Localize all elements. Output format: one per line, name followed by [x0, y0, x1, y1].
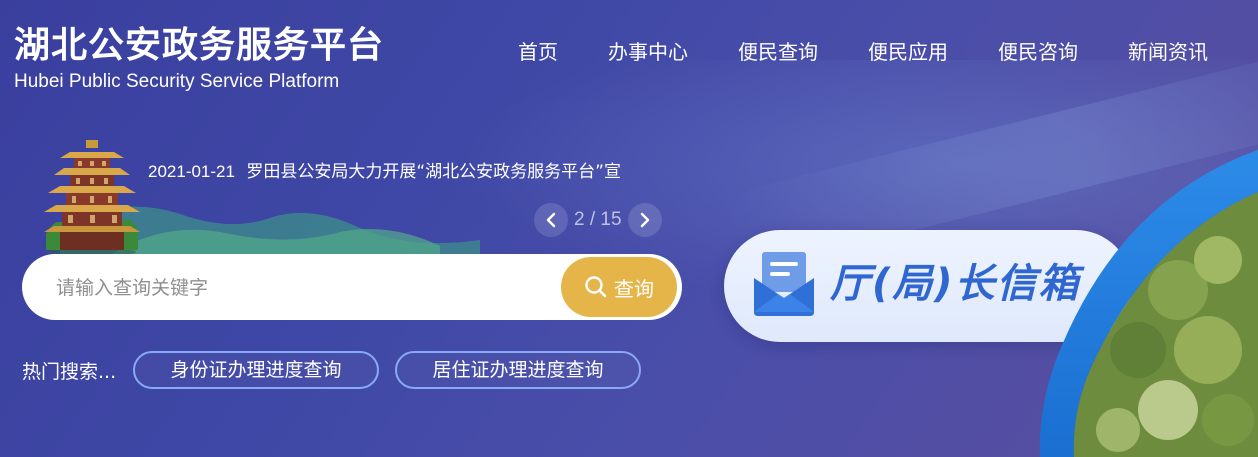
chevron-left-icon	[546, 212, 556, 228]
site-title-cn: 湖北公安政务服务平台	[14, 25, 385, 66]
news-date: 2021-01-21	[148, 162, 235, 181]
news-pager: 2 / 15	[534, 203, 662, 237]
nav-item-news[interactable]: 新闻资讯	[1128, 38, 1208, 66]
search-input[interactable]	[54, 268, 558, 308]
nav-item-public-apps[interactable]: 便民应用	[868, 38, 948, 66]
hot-search-label: 热门搜索...	[22, 361, 117, 383]
search-button-label: 查询	[614, 276, 654, 301]
yellow-crane-tower-illustration	[44, 140, 140, 256]
main-nav: 首页 办事中心 便民查询 便民应用 便民咨询 新闻资讯	[518, 38, 1208, 66]
news-page-count: 2 / 15	[574, 209, 622, 230]
nav-item-home[interactable]: 首页	[518, 38, 558, 66]
news-headline: 罗田县公安局大力开展“湖北公安政务服务平台”宣	[246, 162, 621, 182]
decorative-arc-foliage	[1039, 150, 1258, 457]
search-bar: 查询	[22, 254, 682, 320]
hot-tag-id-card-progress[interactable]: 身份证办理进度查询	[133, 351, 379, 389]
nav-item-consultation[interactable]: 便民咨询	[998, 38, 1078, 66]
mail-icon	[754, 252, 814, 316]
hot-tag-residence-permit-progress[interactable]: 居住证办理进度查询	[395, 351, 641, 389]
chevron-right-icon	[640, 212, 649, 228]
news-ticker[interactable]: 2021-01-21 罗田县公安局大力开展“湖北公安政务服务平台”宣	[148, 160, 672, 184]
search-icon	[585, 276, 607, 298]
news-next-button[interactable]	[627, 203, 662, 237]
news-prev-button[interactable]	[534, 203, 568, 237]
search-button[interactable]: 查询	[561, 257, 677, 317]
site-brand[interactable]: 湖北公安政务服务平台 Hubei Public Security Service…	[14, 26, 384, 94]
site-title-en: Hubei Public Security Service Platform	[14, 71, 340, 92]
nav-item-public-query[interactable]: 便民查询	[738, 38, 818, 66]
nav-item-service-center[interactable]: 办事中心	[608, 38, 688, 66]
